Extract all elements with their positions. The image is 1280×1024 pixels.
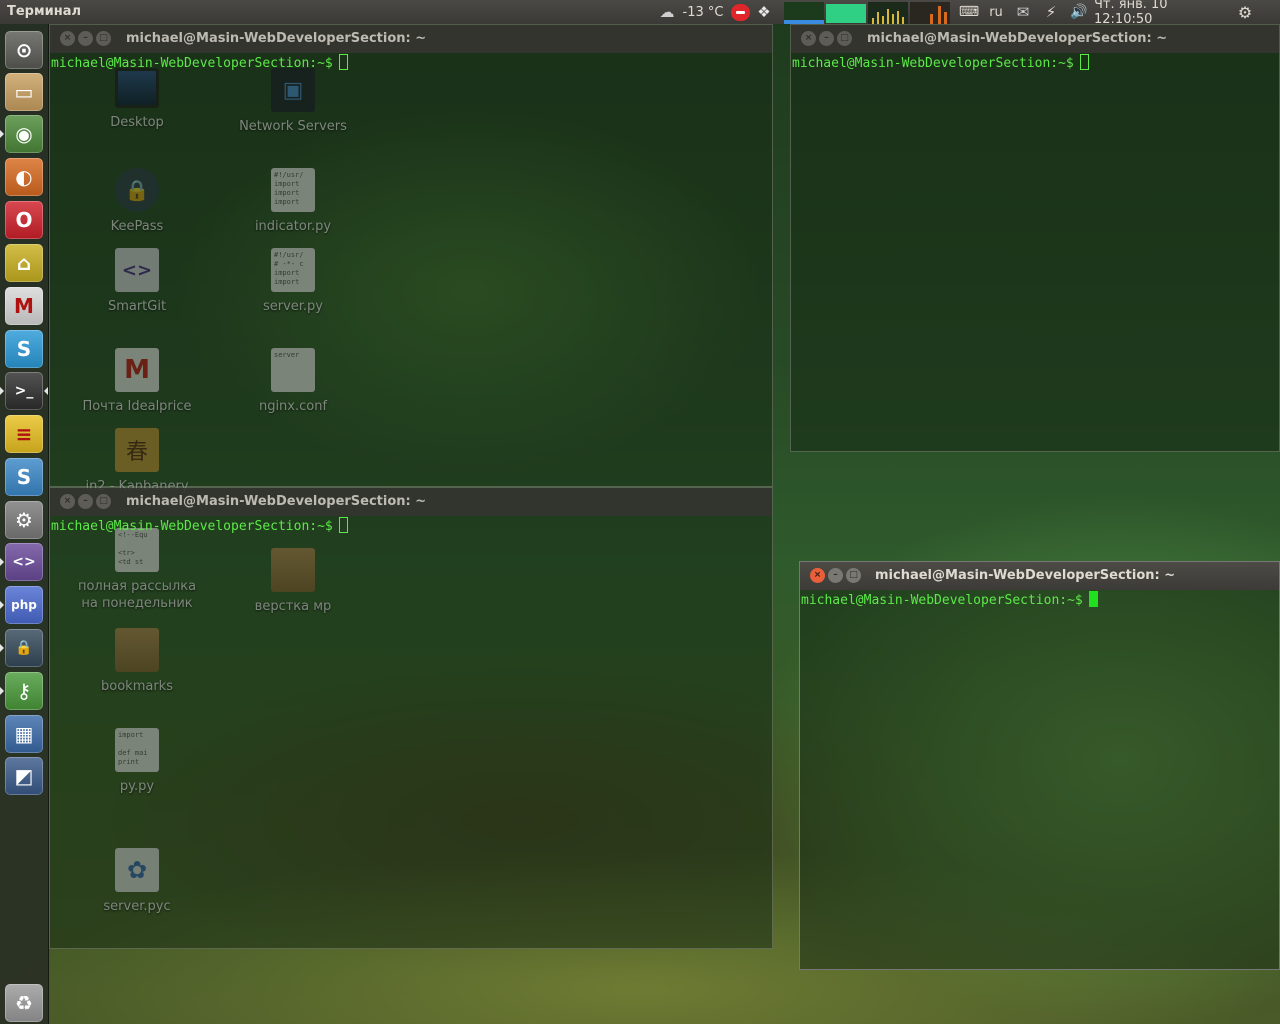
key-tool-icon[interactable]: ⚷ <box>5 672 43 710</box>
keepass-icon[interactable]: 🔒 <box>5 629 43 667</box>
prompt-text: michael@Masin-WebDeveloperSection:~$ <box>51 519 333 534</box>
minimize-button[interactable]: – <box>819 31 834 46</box>
cursor <box>1088 591 1098 607</box>
terminal-prompt[interactable]: michael@Masin-WebDeveloperSection:~$ <box>801 591 1098 610</box>
minimize-button[interactable]: – <box>78 31 93 46</box>
system-monitor-graph[interactable] <box>784 1 950 24</box>
minimize-button[interactable]: – <box>78 494 93 509</box>
title-bar[interactable]: × – □ michael@Masin-WebDeveloperSection: ~ <box>50 488 772 516</box>
notes-icon[interactable]: ≡ <box>5 415 43 453</box>
prompt-text: michael@Masin-WebDeveloperSection:~$ <box>792 56 1074 71</box>
close-button[interactable]: × <box>60 494 75 509</box>
active-indicator <box>44 387 48 395</box>
dropbox-icon[interactable]: ❖ <box>752 0 776 24</box>
terminal-window-1[interactable]: × – □ michael@Masin-WebDeveloperSection: ~… <box>49 24 773 487</box>
temperature[interactable]: -13 °C <box>678 0 728 24</box>
app-title: Терминал <box>7 4 82 19</box>
app-yellow-icon[interactable]: ⌂ <box>5 244 43 282</box>
prompt-text: michael@Masin-WebDeveloperSection:~$ <box>801 593 1083 608</box>
terminal-prompt[interactable]: michael@Masin-WebDeveloperSection:~$ <box>792 54 1089 73</box>
running-indicator <box>0 558 4 566</box>
close-button[interactable]: × <box>801 31 816 46</box>
title-bar[interactable]: × – □ michael@Masin-WebDeveloperSection: ~ <box>800 562 1279 590</box>
cursor <box>1079 54 1089 70</box>
terminal-window-4[interactable]: × – □ michael@Masin-WebDeveloperSection: ~… <box>799 561 1280 970</box>
terminal-window-2[interactable]: × – □ michael@Masin-WebDeveloperSection: ~… <box>790 24 1280 452</box>
minimize-button[interactable]: – <box>828 568 843 583</box>
maximize-button[interactable]: □ <box>96 31 111 46</box>
maximize-button[interactable]: □ <box>96 494 111 509</box>
cursor <box>338 517 348 533</box>
running-indicator <box>0 387 4 395</box>
launcher: ⊙ ▭ ◉ ◐ O ⌂ M S >_ ≡ S ⚙ <> php 🔒 ⚷ ▦ ◩ ♻ <box>0 24 49 1024</box>
title-bar[interactable]: × – □ michael@Masin-WebDeveloperSection: ~ <box>791 25 1279 53</box>
maximize-button[interactable]: □ <box>837 31 852 46</box>
keyboard-layout[interactable]: ru <box>984 0 1008 24</box>
chart-app-icon[interactable]: ◩ <box>5 757 43 795</box>
close-button[interactable]: × <box>810 568 825 583</box>
window-title: michael@Masin-WebDeveloperSection: ~ <box>875 568 1176 583</box>
firefox-icon[interactable]: ◐ <box>5 158 43 196</box>
settings-icon[interactable]: ⚙ <box>5 501 43 539</box>
stop-indicator-icon[interactable] <box>728 0 752 24</box>
trash-icon[interactable]: ♻ <box>5 984 43 1022</box>
session-gear-icon[interactable]: ⚙ <box>1230 0 1260 24</box>
running-indicator <box>0 687 4 695</box>
running-indicator <box>0 644 4 652</box>
running-indicator <box>0 130 4 138</box>
terminal-prompt[interactable]: michael@Masin-WebDeveloperSection:~$ <box>51 517 348 536</box>
maximize-button[interactable]: □ <box>846 568 861 583</box>
running-indicator <box>0 601 4 609</box>
chrome-icon[interactable]: ◉ <box>5 115 43 153</box>
network-icon[interactable]: ⚡ <box>1038 0 1064 24</box>
opera-icon[interactable]: O <box>5 201 43 239</box>
prompt-text: michael@Masin-WebDeveloperSection:~$ <box>51 56 333 71</box>
cursor <box>338 54 348 70</box>
phpstorm-icon[interactable]: php <box>5 586 43 624</box>
window-title: michael@Masin-WebDeveloperSection: ~ <box>126 31 427 46</box>
window-app-icon[interactable]: ▦ <box>5 715 43 753</box>
window-title: michael@Masin-WebDeveloperSection: ~ <box>867 31 1168 46</box>
top-panel: Терминал ☁ -13 °C ❖ ⌨ ru ✉ ⚡ 🔊 Чт. янв. … <box>0 0 1280 27</box>
window-title: michael@Masin-WebDeveloperSection: ~ <box>126 494 427 509</box>
volume-icon[interactable]: 🔊 <box>1064 0 1094 24</box>
files-icon[interactable]: ▭ <box>5 73 43 111</box>
close-button[interactable]: × <box>60 31 75 46</box>
clock[interactable]: Чт. янв. 10 12:10:50 <box>1094 0 1230 27</box>
dash-home-icon[interactable]: ⊙ <box>5 31 43 69</box>
gmail-icon[interactable]: M <box>5 287 43 325</box>
keyboard-icon[interactable]: ⌨ <box>954 0 984 24</box>
terminal-prompt[interactable]: michael@Masin-WebDeveloperSection:~$ <box>51 54 348 73</box>
smartgit-icon[interactable]: <> <box>5 543 43 581</box>
indicator-area: ☁ -13 °C ❖ ⌨ ru ✉ ⚡ 🔊 Чт. янв. 10 12:10:… <box>656 0 1260 27</box>
app-blue-icon[interactable]: S <box>5 458 43 496</box>
mail-icon[interactable]: ✉ <box>1008 0 1038 24</box>
skype-icon[interactable]: S <box>5 330 43 368</box>
weather-icon[interactable]: ☁ <box>656 0 678 24</box>
terminal-window-3[interactable]: × – □ michael@Masin-WebDeveloperSection: ~… <box>49 487 773 949</box>
title-bar[interactable]: × – □ michael@Masin-WebDeveloperSection: ~ <box>50 25 772 53</box>
terminal-icon[interactable]: >_ <box>5 372 43 410</box>
